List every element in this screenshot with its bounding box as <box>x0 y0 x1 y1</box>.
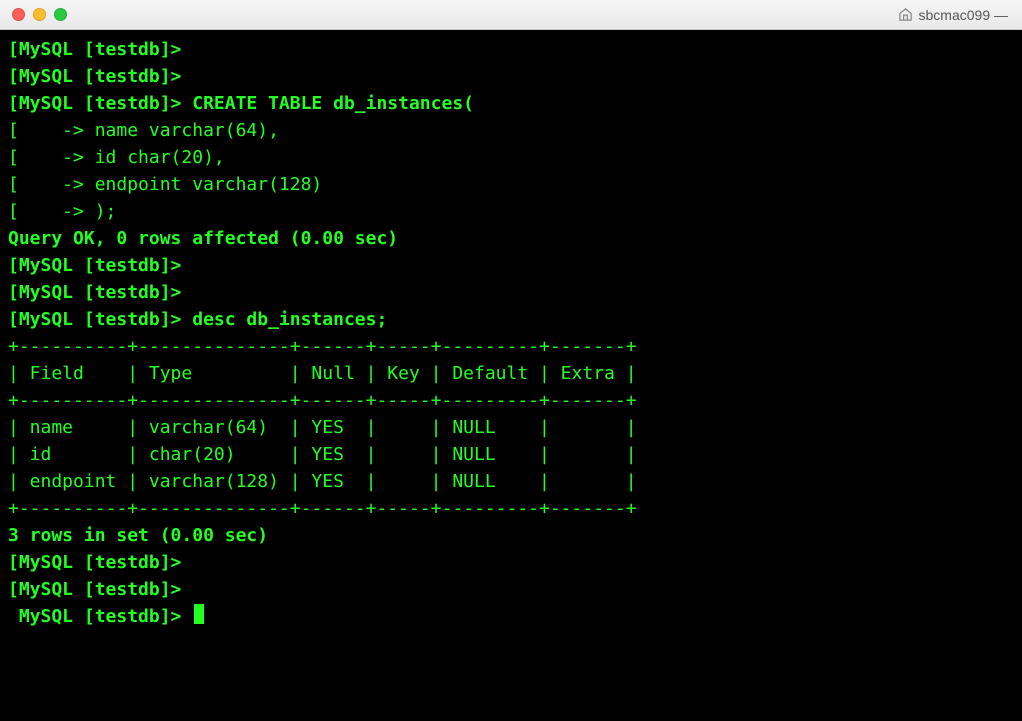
terminal-line: [ -> ); <box>8 198 1014 225</box>
terminal-line: +----------+--------------+------+-----+… <box>8 333 1014 360</box>
window-title: sbcmac099 — <box>898 7 1008 23</box>
terminal-line: [MySQL [testdb]> CREATE TABLE db_instanc… <box>8 90 1014 117</box>
terminal-line: | endpoint | varchar(128) | YES | | NULL… <box>8 468 1014 495</box>
cursor-icon <box>194 604 204 624</box>
terminal-line: [MySQL [testdb]> <box>8 252 1014 279</box>
terminal-line: MySQL [testdb]> <box>8 603 1014 630</box>
terminal-line: [ -> name varchar(64), <box>8 117 1014 144</box>
close-icon[interactable] <box>12 8 25 21</box>
minimize-icon[interactable] <box>33 8 46 21</box>
terminal-line: | id | char(20) | YES | | NULL | | <box>8 441 1014 468</box>
maximize-icon[interactable] <box>54 8 67 21</box>
terminal-line: +----------+--------------+------+-----+… <box>8 387 1014 414</box>
terminal-output[interactable]: [MySQL [testdb]>[MySQL [testdb]>[MySQL [… <box>0 30 1022 721</box>
terminal-line: [ -> endpoint varchar(128) <box>8 171 1014 198</box>
terminal-line: [MySQL [testdb]> desc db_instances; <box>8 306 1014 333</box>
window-title-text: sbcmac099 — <box>919 7 1008 23</box>
traffic-lights <box>12 8 67 21</box>
terminal-line: [ -> id char(20), <box>8 144 1014 171</box>
terminal-line: | name | varchar(64) | YES | | NULL | | <box>8 414 1014 441</box>
terminal-line: 3 rows in set (0.00 sec) <box>8 522 1014 549</box>
terminal-line: [MySQL [testdb]> <box>8 36 1014 63</box>
terminal-line: Query OK, 0 rows affected (0.00 sec) <box>8 225 1014 252</box>
terminal-line: [MySQL [testdb]> <box>8 279 1014 306</box>
terminal-line: [MySQL [testdb]> <box>8 549 1014 576</box>
window-titlebar: sbcmac099 — <box>0 0 1022 30</box>
terminal-line: [MySQL [testdb]> <box>8 63 1014 90</box>
home-icon <box>898 7 913 22</box>
terminal-line: [MySQL [testdb]> <box>8 576 1014 603</box>
terminal-line: +----------+--------------+------+-----+… <box>8 495 1014 522</box>
terminal-line: | Field | Type | Null | Key | Default | … <box>8 360 1014 387</box>
